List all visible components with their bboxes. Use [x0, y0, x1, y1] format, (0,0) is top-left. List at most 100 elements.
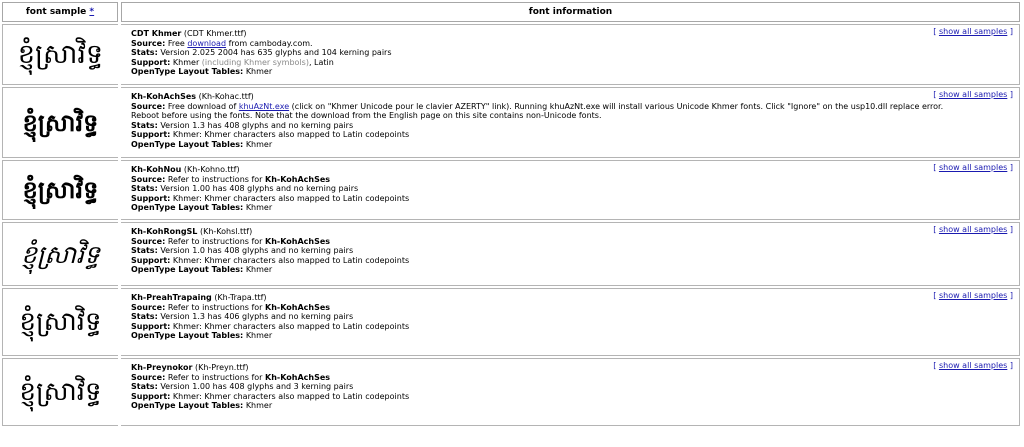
stats-label: Stats: — [131, 120, 158, 130]
opentype-label: OpenType Layout Tables: — [131, 265, 244, 275]
font-file: (CDT Khmer.ttf) — [183, 29, 247, 38]
stats-value: Version 1.0 has 408 glyphs and no kernin… — [160, 246, 354, 256]
support-label: Support: — [131, 193, 171, 203]
source-label: Source: — [131, 101, 166, 111]
show-all-samples-link[interactable]: show all samples — [939, 225, 1007, 234]
source-label: Source: — [131, 236, 166, 246]
font-sample-glyphs: ខ្ញុំស្រាវិទ្ធ — [22, 175, 99, 204]
show-all-samples: [ show all samples ] — [933, 225, 1013, 234]
opentype-value: Khmer — [245, 265, 273, 275]
font-row: ខ្ញុំស្រាវិទ្ធ Kh-KohAchSes (Kh-Kohac.tt… — [2, 87, 1020, 158]
font-name: Kh-PreahTrapaing — [131, 293, 212, 302]
support-label: Support: — [131, 321, 171, 331]
font-info-cell: Kh-KohAchSes (Kh-Kohac.ttf) Source: Free… — [121, 87, 1020, 158]
khuAzNt-exe-link[interactable]: khuAzNt.exe — [239, 102, 289, 111]
show-all-samples: [ show all samples ] — [933, 27, 1013, 36]
show-all-samples: [ show all samples ] — [933, 361, 1013, 370]
font-row: ខ្ញុំស្រាវិទ្ធ Kh-KohNou (Kh-Kohno.ttf) … — [2, 160, 1020, 220]
source-reference-font: Kh-KohAchSes — [265, 174, 331, 184]
support-value: Khmer: Khmer characters also mapped to L… — [172, 130, 410, 140]
source-text-pre: Refer to instructions for — [167, 302, 266, 312]
font-sample-cell: ខ្ញុំស្រាវិទ្ធ — [2, 358, 118, 426]
show-all-samples: [ show all samples ] — [933, 163, 1013, 172]
font-file: (Kh-Trapa.ttf) — [214, 293, 267, 302]
font-sample-cell: ខ្ញុំស្រាវិទ្ធ — [2, 288, 118, 356]
support-extra: , Latin — [308, 57, 334, 67]
stats-value: Version 1.3 has 408 glyphs and no kernin… — [160, 120, 354, 130]
source-label: Source: — [131, 174, 166, 184]
stats-value: Version 1.00 has 408 glyphs and 3 kernin… — [160, 382, 354, 392]
opentype-label: OpenType Layout Tables: — [131, 203, 244, 213]
show-all-samples-link[interactable]: show all samples — [939, 27, 1007, 36]
support-value: Khmer: Khmer characters also mapped to L… — [172, 391, 410, 401]
support-value: Khmer: Khmer characters also mapped to L… — [172, 193, 410, 203]
sort-marker-link[interactable]: * — [89, 7, 94, 17]
stats-label: Stats: — [131, 48, 158, 58]
font-name: Kh-KohAchSes — [131, 92, 197, 101]
font-table: font sample * font information ខ្ញុំស្រា… — [0, 0, 1023, 428]
font-sample-cell: ខ្ញុំស្រាវិទ្ធ — [2, 160, 118, 220]
source-text-pre: Free — [167, 38, 188, 48]
font-row: ខ្ញុំស្រាវិទ្ធ Kh-PreahTrapaing (Kh-Trap… — [2, 288, 1020, 356]
font-sample-cell: ខ្ញុំស្រាវិទ្ធ — [2, 87, 118, 158]
font-row: ខ្ញុំស្រាវិទ្ធ Kh-KohRongSL (Kh-Kohsl.tt… — [2, 222, 1020, 286]
stats-value: Version 1.00 has 408 glyphs and no kerni… — [160, 184, 359, 194]
source-text-post: from camboday.com. — [226, 38, 313, 48]
show-all-samples-link[interactable]: show all samples — [939, 361, 1007, 370]
font-sample-glyphs: ខ្ញុំស្រាវិទ្ធ — [22, 107, 99, 137]
header-font-information: font information — [121, 2, 1020, 22]
font-info-cell: CDT Khmer (CDT Khmer.ttf) Source: Free d… — [121, 24, 1020, 85]
opentype-value: Khmer — [245, 67, 273, 77]
font-name: Kh-KohRongSL — [131, 227, 198, 236]
opentype-label: OpenType Layout Tables: — [131, 401, 244, 411]
source-label: Source: — [131, 372, 166, 382]
show-all-samples-link[interactable]: show all samples — [939, 90, 1007, 99]
font-sample-glyphs: ខ្ញុំស្រាវិទ្ធ — [17, 39, 104, 70]
font-sample-glyphs: ខ្ញុំស្រាវិទ្ធ — [19, 377, 102, 407]
opentype-label: OpenType Layout Tables: — [131, 139, 244, 149]
font-name: Kh-KohNou — [131, 165, 182, 174]
stats-label: Stats: — [131, 246, 158, 256]
font-info-cell: Kh-KohRongSL (Kh-Kohsl.ttf) Source: Refe… — [121, 222, 1020, 286]
source-text-pre: Refer to instructions for — [167, 174, 266, 184]
show-all-samples-link[interactable]: show all samples — [939, 163, 1007, 172]
support-note: (including Khmer symbols) — [199, 57, 309, 67]
opentype-value: Khmer — [245, 203, 273, 213]
font-row: ខ្ញុំស្រាវិទ្ធ CDT Khmer (CDT Khmer.ttf)… — [2, 24, 1020, 85]
download-link[interactable]: download — [187, 39, 226, 48]
font-file: (Kh-Kohac.ttf) — [198, 92, 254, 101]
source-text-pre: Refer to instructions for — [167, 372, 266, 382]
source-label: Source: — [131, 38, 166, 48]
font-file: (Kh-Preyn.ttf) — [194, 363, 249, 372]
opentype-value: Khmer — [245, 331, 273, 341]
stats-label: Stats: — [131, 382, 158, 392]
source-reference-font: Kh-KohAchSes — [265, 236, 331, 246]
source-reference-font: Kh-KohAchSes — [265, 302, 331, 312]
header-font-sample: font sample * — [2, 2, 118, 22]
source-text-pre: Refer to instructions for — [167, 236, 266, 246]
source-reference-font: Kh-KohAchSes — [265, 372, 331, 382]
show-all-samples: [ show all samples ] — [933, 291, 1013, 300]
opentype-value: Khmer — [245, 401, 273, 411]
font-sample-cell: ខ្ញុំស្រាវិទ្ធ — [2, 222, 118, 286]
support-value: Khmer: Khmer characters also mapped to L… — [172, 255, 410, 265]
font-sample-cell: ខ្ញុំស្រាវិទ្ធ — [2, 24, 118, 85]
font-name: Kh-Preynokor — [131, 363, 193, 372]
support-label: Support: — [131, 255, 171, 265]
opentype-value: Khmer — [245, 139, 273, 149]
show-all-samples-link[interactable]: show all samples — [939, 291, 1007, 300]
font-file: (Kh-Kohsl.ttf) — [199, 227, 253, 236]
font-info-cell: Kh-Preynokor (Kh-Preyn.ttf) Source: Refe… — [121, 358, 1020, 426]
support-value: Khmer: Khmer characters also mapped to L… — [172, 321, 410, 331]
opentype-label: OpenType Layout Tables: — [131, 331, 244, 341]
font-name: CDT Khmer — [131, 29, 182, 38]
source-label: Source: — [131, 302, 166, 312]
stats-label: Stats: — [131, 184, 158, 194]
support-label: Support: — [131, 391, 171, 401]
font-sample-glyphs: ខ្ញុំស្រាវិទ្ធ — [19, 307, 102, 337]
support-label: Support: — [131, 57, 171, 67]
header-font-sample-label: font sample — [25, 7, 87, 17]
source-text-pre: Free download of — [167, 101, 239, 111]
support-label: Support: — [131, 130, 171, 140]
header-row: font sample * font information — [2, 2, 1020, 22]
